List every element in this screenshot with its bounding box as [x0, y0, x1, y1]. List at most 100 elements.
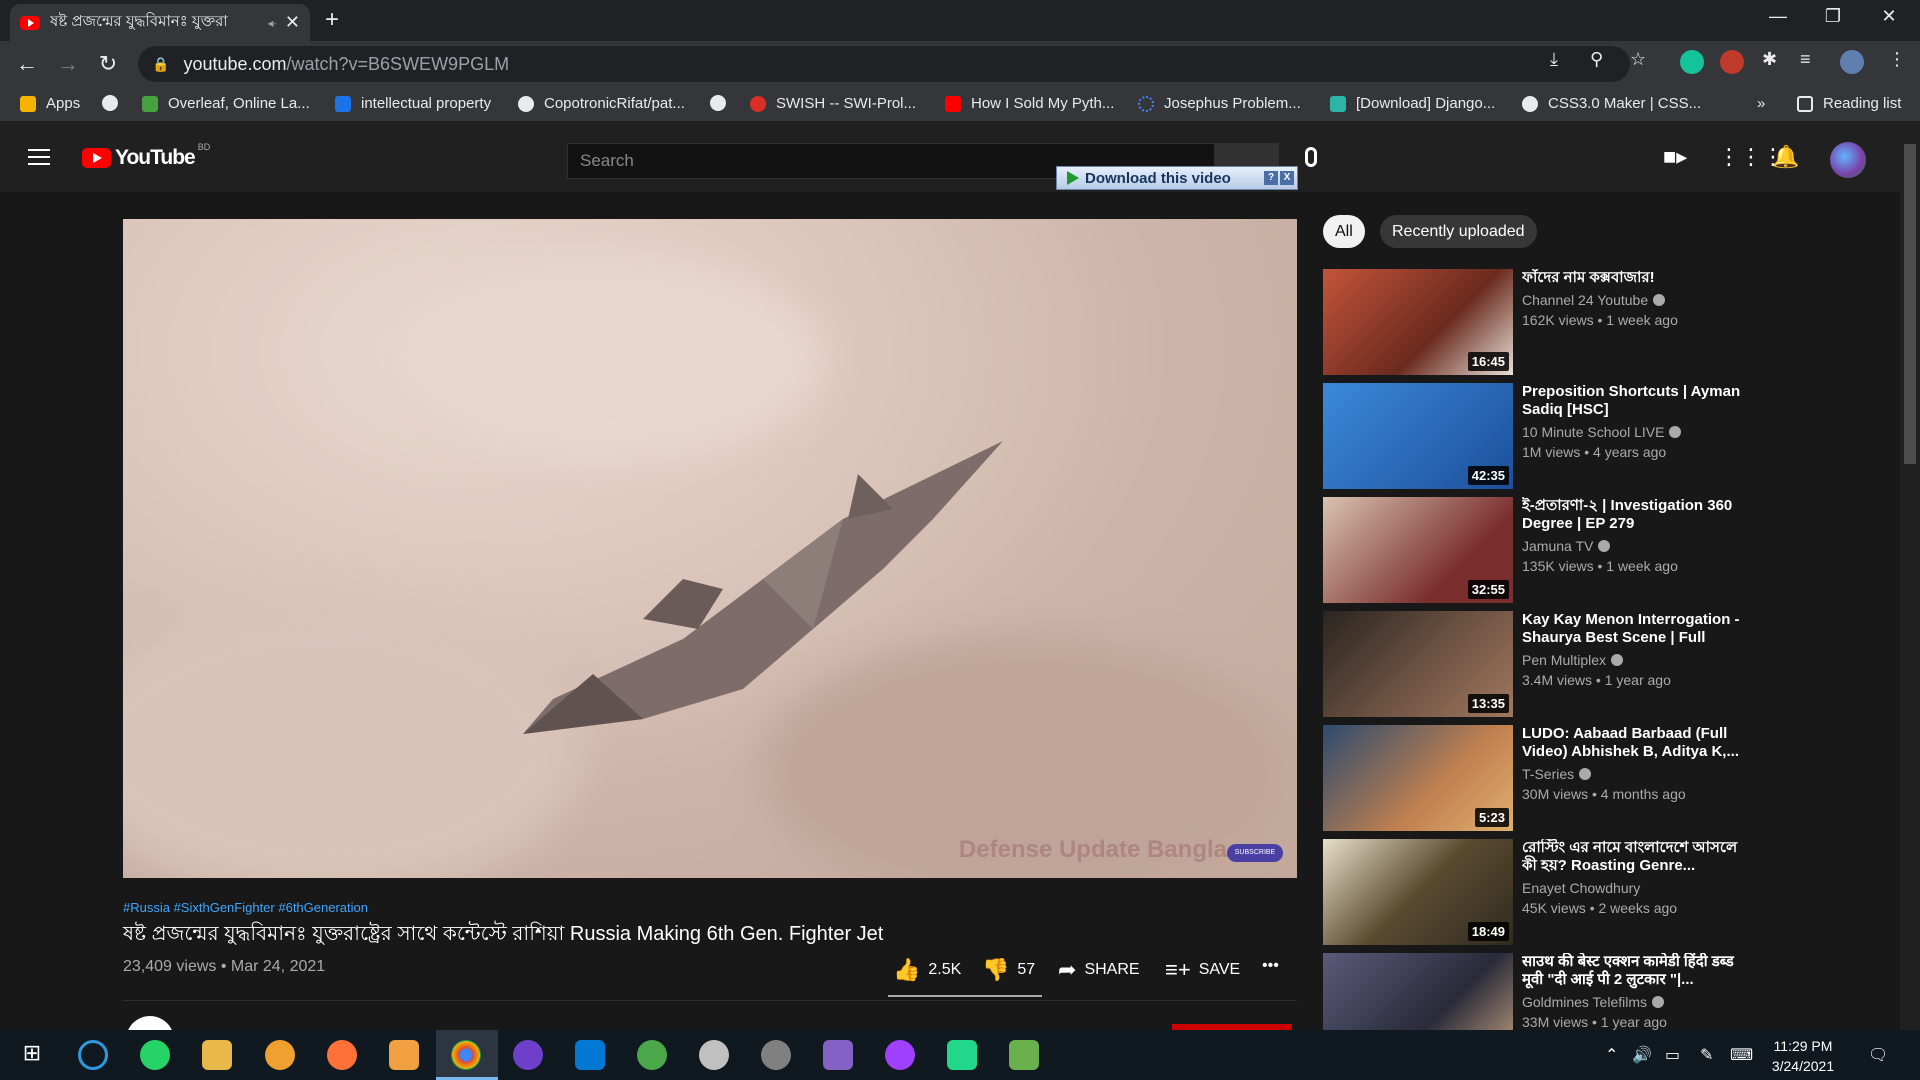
- recommendation-channel[interactable]: Pen Multiplex: [1522, 652, 1624, 668]
- bookmark-youtube-video[interactable]: How I Sold My Pyth...: [945, 95, 1114, 112]
- recommendation-item[interactable]: 16:45 ফাঁদের নাম কক্সবাজার! Channel 24 Y…: [1323, 269, 1743, 375]
- recommendation-item[interactable]: 5:23 LUDO: Aabaad Barbaad (Full Video) A…: [1323, 725, 1743, 831]
- vscode-icon[interactable]: [575, 1040, 605, 1070]
- video-thumbnail[interactable]: 42:35: [1323, 383, 1513, 489]
- notifications-bell-icon[interactable]: 🔔: [1772, 144, 1799, 170]
- bookmark-css-maker[interactable]: CSS3.0 Maker | CSS...: [1522, 95, 1701, 112]
- bookmark-star-icon[interactable]: ☆: [1630, 49, 1646, 70]
- recommendation-channel[interactable]: Enayet Chowdhury: [1522, 880, 1640, 896]
- bookmark-globe[interactable]: [102, 95, 128, 111]
- bookmark-github[interactable]: CopotronicRifat/pat...: [518, 95, 685, 112]
- browser-tab[interactable]: ষষ্ট প্রজন্মের যুদ্ধবিমানঃ যুক্তরা ◂∙ ✕: [10, 4, 310, 41]
- reading-list-button[interactable]: Reading list: [1797, 95, 1901, 112]
- file-explorer-icon[interactable]: [202, 1040, 232, 1070]
- close-window-button[interactable]: ✕: [1866, 6, 1912, 27]
- bookmark-apps[interactable]: Apps: [20, 95, 80, 112]
- recommendation-title[interactable]: LUDO: Aabaad Barbaad (Full Video) Abhish…: [1522, 725, 1752, 761]
- bookmark-globe-2[interactable]: [710, 95, 736, 111]
- hamburger-menu-icon[interactable]: [28, 149, 50, 165]
- forward-button[interactable]: →: [55, 51, 81, 77]
- video-thumbnail[interactable]: 5:23: [1323, 725, 1513, 831]
- chip-recently-uploaded[interactable]: Recently uploaded: [1380, 215, 1537, 248]
- download-video-button[interactable]: Download this video ? X: [1056, 166, 1298, 190]
- bookmark-josephus[interactable]: Josephus Problem...: [1138, 95, 1301, 112]
- create-video-icon[interactable]: ■▸: [1663, 144, 1687, 170]
- reload-button[interactable]: ↻: [95, 51, 121, 77]
- recommendation-item[interactable]: 32:55 ই-প্রতারণা-২ | Investigation 360 D…: [1323, 497, 1743, 603]
- keyboard-icon[interactable]: ⌨: [1730, 1045, 1753, 1065]
- whatsapp-icon[interactable]: [140, 1040, 170, 1070]
- firefox-icon[interactable]: [327, 1040, 357, 1070]
- app-icon[interactable]: [1009, 1040, 1039, 1070]
- restore-button[interactable]: ❐: [1810, 6, 1856, 27]
- messenger-icon[interactable]: [885, 1040, 915, 1070]
- recommendation-item[interactable]: 13:35 Kay Kay Menon Interrogation - Shau…: [1323, 611, 1743, 717]
- video-thumbnail[interactable]: 18:49: [1323, 839, 1513, 945]
- recommendation-channel[interactable]: Jamuna TV: [1522, 538, 1611, 554]
- page-scrollbar[interactable]: [1900, 122, 1920, 1030]
- bookmark-overleaf[interactable]: Overleaf, Online La...: [142, 95, 310, 112]
- app-icon[interactable]: [637, 1040, 667, 1070]
- tab-close-icon[interactable]: ✕: [285, 12, 300, 33]
- new-tab-button[interactable]: +: [325, 6, 339, 34]
- profile-avatar-icon[interactable]: [1840, 50, 1864, 74]
- video-thumbnail[interactable]: [1323, 953, 1513, 1030]
- grammarly-extension-icon[interactable]: [1680, 50, 1704, 74]
- recommendation-title[interactable]: साउथ की बेस्ट एक्शन कामेडी हिंदी डब्ड मू…: [1522, 953, 1743, 989]
- pen-icon[interactable]: ✎: [1700, 1045, 1713, 1065]
- bookmarks-overflow-button[interactable]: »: [1757, 95, 1765, 112]
- recommendation-title[interactable]: ফাঁদের নাম কক্সবাজার!: [1522, 269, 1752, 287]
- app-icon[interactable]: [699, 1040, 729, 1070]
- share-button[interactable]: ➦ SHARE: [1058, 957, 1140, 983]
- like-button[interactable]: 👍 2.5K: [893, 957, 961, 983]
- pycharm-icon[interactable]: [947, 1040, 977, 1070]
- microphone-icon[interactable]: [1305, 147, 1317, 167]
- app-icon[interactable]: [761, 1040, 791, 1070]
- video-thumbnail[interactable]: 16:45: [1323, 269, 1513, 375]
- windows-start-icon[interactable]: ⊞: [17, 1040, 47, 1070]
- more-actions-button[interactable]: •••: [1262, 957, 1279, 975]
- chrome-icon[interactable]: [451, 1040, 481, 1070]
- video-hashtags[interactable]: #Russia #SixthGenFighter #6thGeneration: [123, 900, 368, 915]
- recommendation-title[interactable]: ই-প্রতারণা-২ | Investigation 360 Degree …: [1522, 497, 1752, 533]
- app-icon[interactable]: [265, 1040, 295, 1070]
- subscribe-badge[interactable]: SUBSCRIBE: [1227, 844, 1283, 862]
- extension-icon[interactable]: [1720, 50, 1744, 74]
- menu-kebab-icon[interactable]: ⋮: [1888, 49, 1906, 70]
- save-button[interactable]: ≡+ SAVE: [1165, 957, 1240, 983]
- audio-playing-icon[interactable]: ◂∙: [268, 16, 277, 30]
- user-avatar[interactable]: [1830, 142, 1866, 178]
- network-icon[interactable]: ▭: [1665, 1045, 1680, 1065]
- recommendation-channel[interactable]: 10 Minute School LIVE: [1522, 424, 1682, 440]
- bookmark-intellectual-property[interactable]: intellectual property: [335, 95, 491, 112]
- system-clock[interactable]: 11:29 PM 3/24/2021: [1758, 1036, 1848, 1076]
- visual-studio-icon[interactable]: [823, 1040, 853, 1070]
- show-hidden-icons-icon[interactable]: ⌃: [1605, 1045, 1618, 1065]
- recommendation-title[interactable]: Preposition Shortcuts | Ayman Sadiq [HSC…: [1522, 383, 1752, 419]
- video-player[interactable]: Defense Update Bangla SUBSCRIBE: [123, 219, 1297, 878]
- bookmark-django[interactable]: [Download] Django...: [1330, 95, 1495, 112]
- recommendation-item[interactable]: 42:35 Preposition Shortcuts | Ayman Sadi…: [1323, 383, 1743, 489]
- zoom-icon[interactable]: ⚲: [1590, 49, 1603, 70]
- recommendation-item[interactable]: साउथ की बेस्ट एक्शन कामेडी हिंदी डब्ड मू…: [1323, 953, 1743, 1030]
- recommendation-title[interactable]: Kay Kay Menon Interrogation - Shaurya Be…: [1522, 611, 1752, 647]
- media-controls-icon[interactable]: ≡: [1800, 49, 1811, 70]
- address-bar[interactable]: 🔒 youtube.com/watch?v=B6SWEW9PGLM: [138, 46, 1630, 82]
- install-app-icon[interactable]: ⤓: [1550, 49, 1558, 70]
- minimize-button[interactable]: —: [1755, 6, 1801, 27]
- video-thumbnail[interactable]: 32:55: [1323, 497, 1513, 603]
- scrollbar-thumb[interactable]: [1904, 144, 1916, 464]
- github-desktop-icon[interactable]: [513, 1040, 543, 1070]
- recommendation-channel[interactable]: Goldmines Telefilms: [1522, 994, 1665, 1010]
- download-help-icon[interactable]: ?: [1264, 171, 1278, 185]
- back-button[interactable]: ←: [14, 51, 40, 77]
- chip-all[interactable]: All: [1323, 215, 1365, 248]
- youtube-logo[interactable]: YouTube BD: [82, 142, 210, 170]
- app-icon[interactable]: [389, 1040, 419, 1070]
- video-thumbnail[interactable]: 13:35: [1323, 611, 1513, 717]
- bookmark-swish[interactable]: SWISH -- SWI-Prol...: [750, 95, 916, 112]
- recommendation-channel[interactable]: Channel 24 Youtube: [1522, 292, 1666, 308]
- recommendation-channel[interactable]: T-Series: [1522, 766, 1592, 782]
- lock-icon[interactable]: 🔒: [152, 56, 169, 73]
- download-close-icon[interactable]: X: [1280, 171, 1294, 185]
